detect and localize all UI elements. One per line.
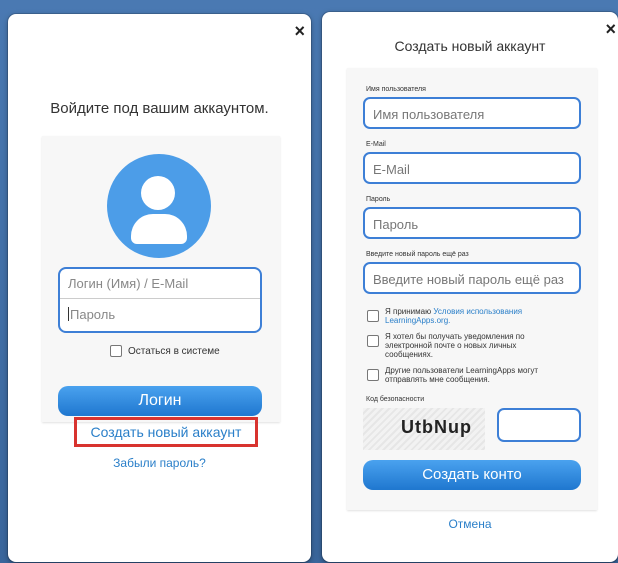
username-input[interactable]: Имя пользователя [363, 97, 581, 129]
email-label: E-Mail [366, 141, 386, 148]
notify-checkbox-row[interactable]: Я хотел бы получать уведомления по элект… [367, 332, 557, 359]
notify-checkbox[interactable] [367, 335, 379, 347]
forgot-password-link[interactable]: Забыли пароль? [8, 456, 311, 470]
email-input[interactable]: E-Mail [363, 152, 581, 184]
password-input[interactable]: Пароль [363, 207, 581, 239]
captcha-image: UtbNup [363, 408, 485, 450]
register-dialog: × Создать новый аккаунт Имя пользователя… [322, 12, 618, 562]
accept-text: Я принимаю [385, 307, 432, 316]
register-card: Имя пользователя Имя пользователя E-Mail… [347, 68, 597, 510]
cancel-link[interactable]: Отмена [322, 517, 618, 531]
terms-text: Я принимаю Условия использования Learnin… [385, 307, 579, 325]
avatar-body [131, 214, 187, 244]
register-title: Создать новый аккаунт [394, 38, 546, 54]
login-input[interactable]: Логин (Имя) / E-Mail [60, 269, 260, 299]
login-button[interactable]: Логин [58, 386, 262, 416]
password-label: Пароль [366, 196, 391, 203]
captcha-input[interactable] [497, 408, 581, 442]
remember-checkbox[interactable] [110, 345, 122, 357]
login-title: Войдите под вашим аккаунтом. [50, 100, 269, 117]
notify-text: Я хотел бы получать уведомления по элект… [385, 332, 525, 359]
login-card: Логин (Имя) / E-Mail Пароль Остаться в с… [42, 136, 280, 422]
others-checkbox[interactable] [367, 369, 379, 381]
password-placeholder: Пароль [70, 307, 116, 322]
close-icon[interactable]: × [294, 22, 305, 40]
others-checkbox-row[interactable]: Другие пользователи LearningApps могут о… [367, 366, 567, 384]
avatar-head [141, 176, 175, 210]
close-icon[interactable]: × [605, 20, 616, 38]
create-account-button[interactable]: Создать конто [363, 460, 581, 490]
login-dialog: × Войдите под вашим аккаунтом. Логин (Им… [8, 14, 311, 562]
remember-me[interactable]: Остаться в системе [110, 345, 220, 357]
create-account-link[interactable]: Создать новый аккаунт [74, 417, 258, 447]
login-form-fields: Логин (Имя) / E-Mail Пароль [58, 267, 262, 333]
captcha-code: UtbNup [401, 417, 472, 437]
terms-checkbox[interactable] [367, 310, 379, 322]
captcha-label: Код безопасности [366, 396, 425, 403]
password-repeat-input[interactable]: Введите новый пароль ещё раз [363, 262, 581, 294]
terms-checkbox-row[interactable]: Я принимаю Условия использования Learnin… [367, 307, 579, 325]
password-input[interactable]: Пароль [60, 300, 260, 330]
user-avatar-icon [107, 154, 211, 258]
username-label: Имя пользователя [366, 86, 426, 93]
password-repeat-label: Введите новый пароль ещё раз [366, 251, 469, 258]
remember-label: Остаться в системе [128, 345, 220, 357]
others-text: Другие пользователи LearningApps могут о… [385, 366, 538, 384]
text-caret [68, 307, 69, 321]
